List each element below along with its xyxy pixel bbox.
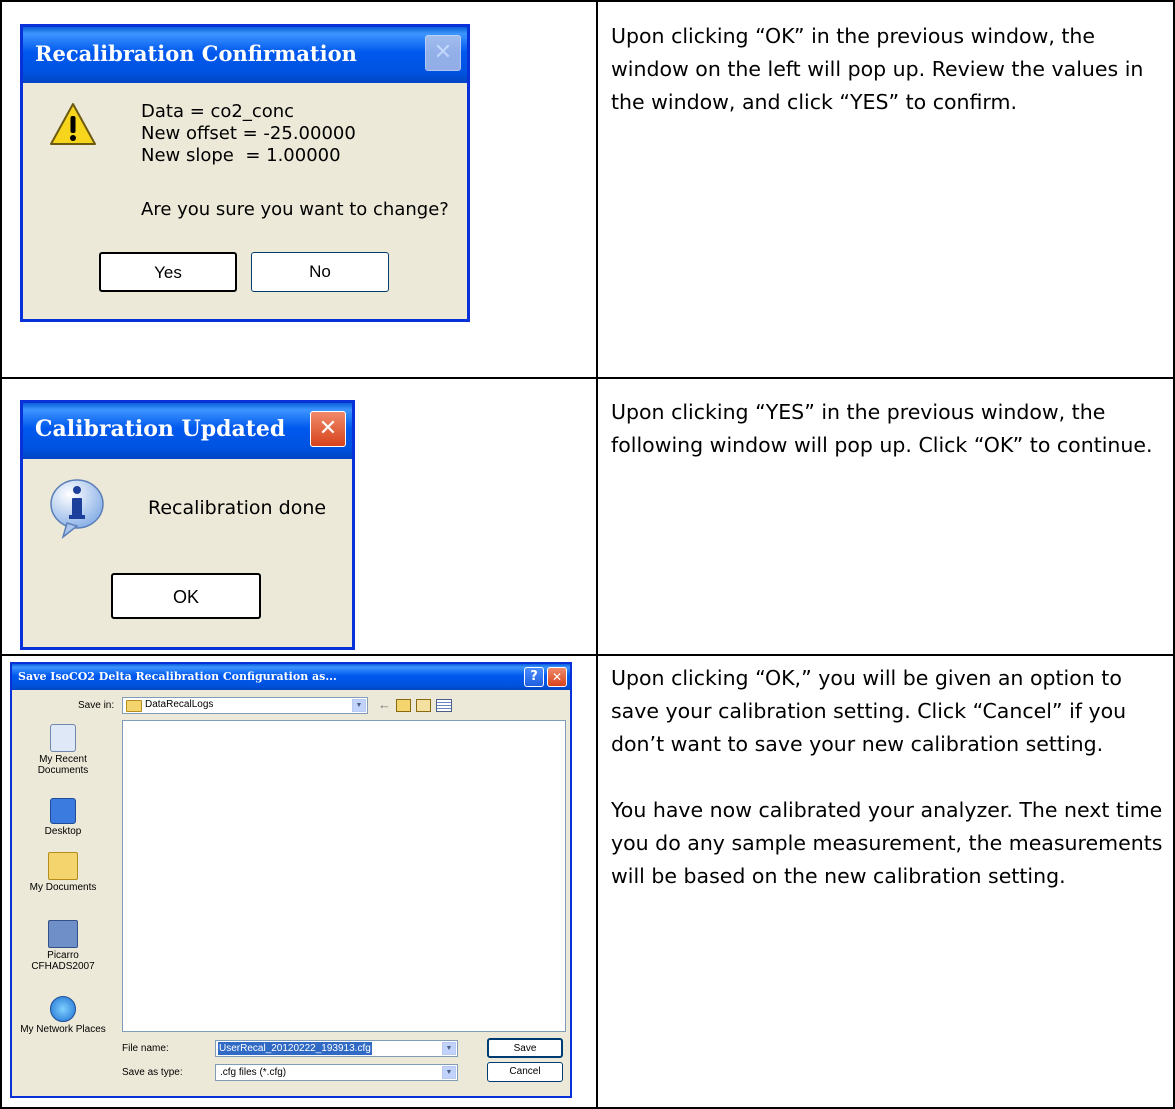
recent-documents-icon: [50, 724, 76, 752]
chevron-down-icon: ▼: [352, 699, 366, 712]
confirmation-question: Are you sure you want to change?: [141, 199, 449, 220]
close-button[interactable]: ✕: [547, 667, 567, 687]
save-as-type-select[interactable]: .cfg files (*.cfg) ▼: [215, 1064, 458, 1081]
place-desktop[interactable]: Desktop: [19, 798, 107, 837]
file-name-input[interactable]: UserRecal_20120222_193913.cfg ▼: [215, 1040, 458, 1057]
file-list[interactable]: [122, 720, 566, 1032]
table-border-top: [0, 0, 1175, 2]
close-icon: ✕: [433, 40, 453, 65]
close-button[interactable]: ✕: [310, 411, 346, 447]
folder-icon: [126, 700, 142, 712]
dialog-titlebar: Calibration Updated ✕: [23, 403, 352, 459]
info-icon: [47, 477, 107, 540]
close-button[interactable]: ✕: [425, 35, 461, 71]
close-icon: ✕: [551, 670, 563, 684]
new-folder-icon[interactable]: [416, 699, 431, 712]
places-bar: My Recent Documents Desktop My Documents…: [15, 720, 115, 1096]
chevron-down-icon: ▼: [442, 1066, 456, 1079]
calibration-updated-dialog: Calibration Updated ✕ Recalibration done…: [20, 400, 355, 650]
place-my-documents[interactable]: My Documents: [19, 852, 107, 893]
table-row-divider: [0, 654, 1175, 656]
dialog-title: Calibration Updated: [35, 416, 286, 442]
no-button[interactable]: No: [251, 252, 389, 292]
back-icon[interactable]: ←: [378, 697, 391, 712]
save-in-label: Save in:: [78, 700, 115, 711]
place-my-recent-documents[interactable]: My Recent Documents: [19, 724, 107, 776]
step-description: Upon clicking “OK” in the previous windo…: [611, 24, 1144, 114]
ok-button[interactable]: OK: [111, 573, 261, 619]
save-in-select[interactable]: DataRecalLogs ▼: [122, 697, 368, 714]
dialog-title: Recalibration Confirmation: [35, 41, 357, 66]
help-icon: ?: [530, 669, 538, 684]
save-configuration-dialog: Save IsoCO2 Delta Recalibration Configur…: [10, 662, 572, 1098]
file-name-label: File name:: [122, 1043, 169, 1054]
my-documents-icon: [48, 852, 78, 880]
info-message: Recalibration done: [148, 497, 327, 519]
table-border-left: [0, 0, 2, 1109]
offset-line: New offset = -25.00000: [141, 123, 356, 144]
step-description: Upon clicking “YES” in the previous wind…: [611, 400, 1153, 457]
computer-icon: [48, 920, 78, 948]
yes-button[interactable]: Yes: [99, 252, 237, 292]
help-button[interactable]: ?: [524, 667, 544, 687]
dialog-title: Save IsoCO2 Delta Recalibration Configur…: [18, 670, 337, 683]
dialog-titlebar: Save IsoCO2 Delta Recalibration Configur…: [12, 664, 570, 690]
recalibration-confirmation-dialog: Recalibration Confirmation ✕ Data = co2_…: [20, 24, 470, 322]
cancel-button[interactable]: Cancel: [487, 1062, 563, 1082]
table-row-divider: [0, 377, 1175, 379]
close-icon: ✕: [318, 416, 338, 441]
dialog-titlebar: Recalibration Confirmation ✕: [23, 27, 467, 83]
save-as-type-label: Save as type:: [122, 1067, 183, 1078]
network-places-icon: [50, 996, 76, 1022]
step-description: Upon clicking “OK,” you will be given an…: [611, 666, 1163, 888]
recalibration-values: Data = co2_conc New offset = -25.00000 N…: [141, 101, 356, 167]
save-button[interactable]: Save: [487, 1038, 563, 1058]
view-menu-icon[interactable]: [436, 699, 452, 712]
data-line: Data = co2_conc: [141, 101, 295, 122]
warning-icon: [49, 101, 97, 147]
up-folder-icon[interactable]: [396, 699, 411, 712]
place-computer[interactable]: Picarro CFHADS2007: [19, 920, 107, 972]
slope-line: New slope = 1.00000: [141, 145, 341, 166]
chevron-down-icon: ▼: [442, 1042, 456, 1055]
place-my-network-places[interactable]: My Network Places: [19, 996, 107, 1035]
table-border-middle: [596, 0, 598, 1109]
desktop-icon: [50, 798, 76, 824]
